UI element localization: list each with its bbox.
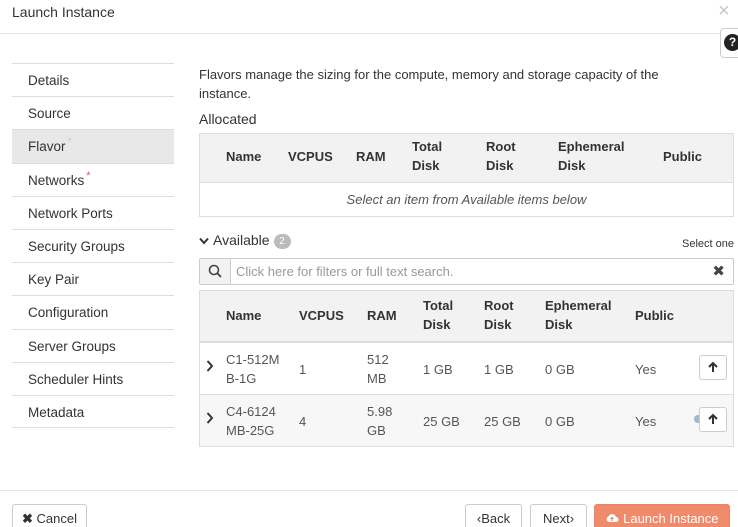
nav-item-scheduler-hints[interactable]: Scheduler Hints [12,361,174,395]
close-icon[interactable]: × [718,0,730,22]
flavor-ram: 512 MB [367,352,389,386]
available-table-header: Name VCPUS RAM Total Disk Root Disk Ephe… [200,291,733,342]
clear-search-icon[interactable]: ✖ [712,262,725,280]
launch-instance-button[interactable]: Launch Instance [594,504,730,527]
nav-item-flavor[interactable]: Flavor * [12,129,174,163]
nav-item-source[interactable]: Source [12,96,174,129]
allocate-button[interactable] [699,407,727,432]
col-public[interactable]: Public [635,306,674,325]
nav-item-key-pair[interactable]: Key Pair [12,262,174,295]
select-one-hint: Select one [682,238,734,250]
table-row[interactable]: C4-6124MB-25G 4 5.98 GB 25 GB 25 GB 0 GB… [200,394,733,446]
flavor-public: Yes [635,362,657,377]
expand-row-icon[interactable] [206,411,214,427]
search-bar: ✖ [199,258,734,285]
launch-label: Launch Instance [623,511,719,526]
flavor-name: C4-6124MB-25G [226,404,276,438]
help-button[interactable]: ? [720,28,738,58]
col-name[interactable]: Name [226,306,261,325]
back-button[interactable]: ‹Back [465,504,522,527]
flavor-ephemeral: 0 GB [545,414,575,429]
cancel-label: Cancel [36,511,77,526]
allocated-table: Name VCPUS RAM Total Disk Root Disk Ephe… [199,133,734,217]
flavor-public: Yes [635,414,657,429]
available-table: Name VCPUS RAM Total Disk Root Disk Ephe… [199,290,734,447]
flavor-ram: 5.98 GB [367,404,393,438]
wizard-nav: Details Source Flavor * Networks * Network… [12,63,174,429]
allocated-empty-message: Select an item from Available items belo… [346,192,587,207]
flavor-name: C1-512MB-1G [226,352,280,386]
nav-item-network-ports[interactable]: Network Ports [12,195,174,229]
nav-item-details[interactable]: Details [12,63,174,96]
search-input[interactable] [236,262,706,281]
search-icon [200,259,231,284]
col-ephemeral-disk[interactable]: Ephemeral Disk [545,296,620,334]
available-toggle[interactable]: Available 2 [199,232,291,250]
col-vcpus[interactable]: VCPUS [288,147,333,166]
flavor-vcpus: 4 [299,414,307,429]
chevron-down-icon [199,232,209,248]
nav-item-label: Flavor [28,139,66,155]
flavor-total-disk: 1 GB [423,362,453,377]
nav-item-label: Details [28,73,70,88]
nav-item-label: Source [28,106,71,122]
nav-item-label: Server Groups [28,338,116,354]
allocated-table-header: Name VCPUS RAM Total Disk Root Disk Ephe… [200,134,733,183]
nav-item-label: Metadata [28,404,85,420]
available-heading: Available [213,232,270,248]
nav-item-metadata[interactable]: Metadata [12,394,174,429]
col-root-disk[interactable]: Root Disk [484,296,524,334]
dialog-title: Launch Instance [12,4,115,20]
col-name[interactable]: Name [226,147,261,166]
available-count-badge: 2 [273,234,291,249]
next-button[interactable]: Next› [530,504,587,527]
col-ram[interactable]: RAM [356,147,386,166]
flavor-total-disk: 25 GB [423,414,460,429]
col-total-disk[interactable]: Total Disk [423,296,463,334]
close-icon: ✖ [22,511,33,526]
next-label: Next [542,511,570,526]
col-vcpus[interactable]: VCPUS [299,306,344,325]
nav-item-label: Networks [28,172,85,188]
back-label: Back [481,511,511,526]
nav-item-label: Network Ports [28,205,113,221]
expand-row-icon[interactable] [206,359,214,375]
flavor-ephemeral: 0 GB [545,362,575,377]
col-public[interactable]: Public [663,147,702,166]
dialog-header: Launch Instance × [0,0,738,34]
help-icon: ? [724,34,738,51]
arrow-up-icon [708,413,718,424]
nav-item-label: Key Pair [28,272,80,288]
flavor-root-disk: 1 GB [484,362,514,377]
nav-item-configuration[interactable]: Configuration [12,295,174,328]
arrow-up-icon [708,361,718,372]
col-ram[interactable]: RAM [367,306,397,325]
flavor-root-disk: 25 GB [484,414,521,429]
table-row[interactable]: C1-512MB-1G 1 512 MB 1 GB 1 GB 0 GB Yes [200,342,733,394]
cancel-button[interactable]: ✖ Cancel [12,504,87,527]
required-star: * [86,169,91,182]
allocate-button[interactable] [699,355,727,380]
nav-item-networks[interactable]: Networks * [12,162,174,196]
flavor-description: Flavors manage the sizing for the comput… [199,67,659,101]
col-total-disk[interactable]: Total Disk [412,137,452,175]
cloud-upload-icon [605,511,623,526]
dialog-footer: ✖ Cancel ‹Back Next› Launch Instance [0,490,738,527]
nav-item-label: Security Groups [28,238,125,254]
col-root-disk[interactable]: Root Disk [486,137,526,175]
nav-item-label: Scheduler Hints [28,371,124,387]
allocated-heading: Allocated [199,111,257,127]
chevron-right-icon: › [569,511,575,526]
required-star: * [67,136,72,149]
nav-item-label: Configuration [28,305,109,321]
flavor-vcpus: 1 [299,362,307,377]
col-ephemeral-disk[interactable]: Ephemeral Disk [558,137,638,175]
nav-item-server-groups[interactable]: Server Groups [12,328,174,362]
nav-item-security-groups[interactable]: Security Groups [12,228,174,262]
